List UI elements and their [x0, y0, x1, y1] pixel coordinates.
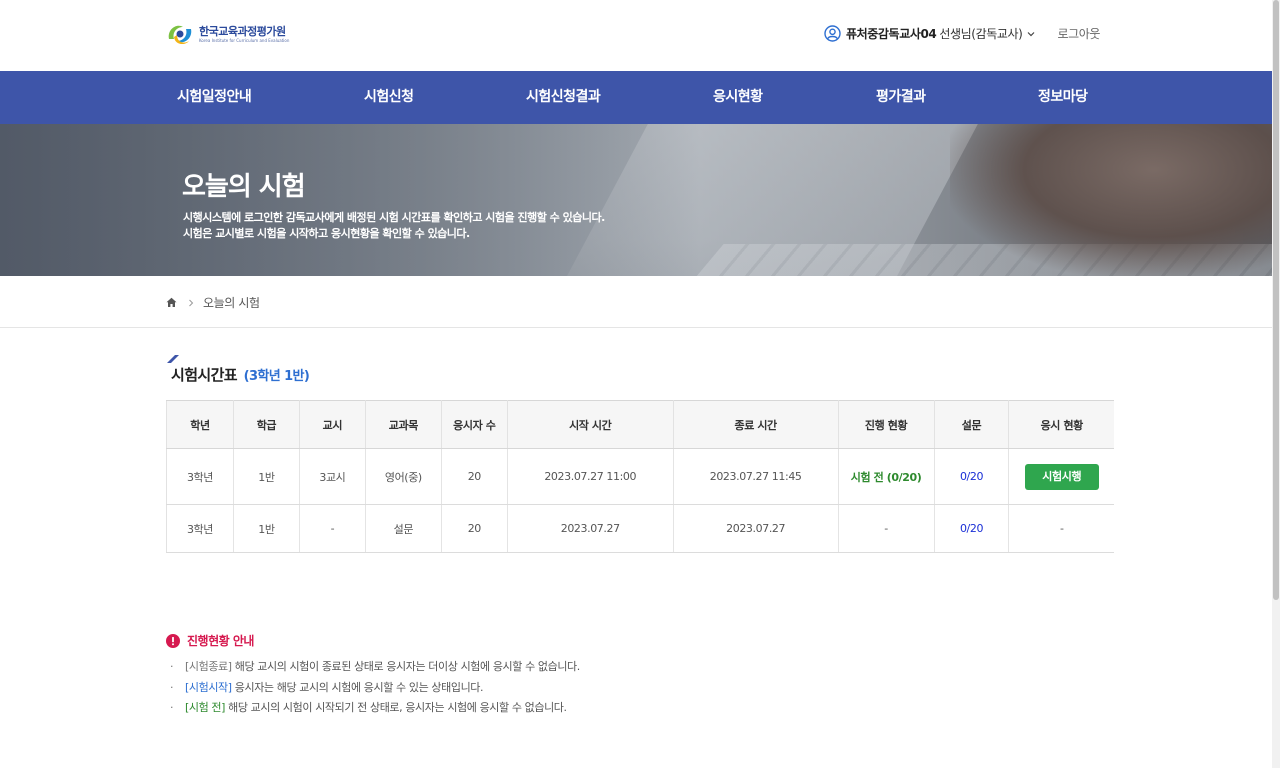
- logout-link[interactable]: 로그아웃: [1057, 25, 1100, 42]
- notice-keyword-started: [시험시작]: [185, 680, 232, 694]
- chevron-down-icon[interactable]: [1027, 30, 1035, 38]
- start-exam-button[interactable]: 시험시행: [1024, 463, 1099, 490]
- page-description: 시행시스템에 로그인한 감독교사에게 배정된 시험 시간표를 확인하고 시험을 …: [183, 210, 605, 242]
- logo-subtext: Korea Institute for Curriculum and Evalu…: [199, 37, 290, 43]
- notice-text: 응시자는 해당 교시의 시험에 응시할 수 있는 상태입니다.: [231, 680, 484, 694]
- cell-period: -: [299, 504, 366, 553]
- column-header-survey: 설문: [934, 400, 1010, 449]
- bullet: ·: [170, 660, 174, 673]
- column-header-start-time: 시작 시간: [507, 400, 674, 449]
- cell-exam-status: -: [1008, 504, 1114, 553]
- cell-examinees: 20: [441, 448, 508, 505]
- cell-examinees: 20: [441, 504, 508, 553]
- notice-heading: 진행현황 안내: [166, 632, 254, 649]
- main-nav: 시험일정안내 시험신청 시험신청결과 응시현황 평가결과 정보마당: [0, 71, 1272, 124]
- table-row: 3학년 1반 3교시 영어(중) 20 2023.07.27 11:00 202…: [166, 448, 1114, 505]
- user-role[interactable]: 선생님(감독교사): [939, 25, 1022, 42]
- user-circle-icon: [824, 25, 841, 42]
- hero-hand: [950, 124, 1272, 276]
- breadcrumb: 오늘의 시험: [166, 294, 260, 311]
- cell-subject: 설문: [365, 504, 442, 553]
- section-title: 시험시간표 (3학년 1반): [171, 364, 310, 385]
- notice-list: · [시험종료] 해당 교시의 시험이 종료된 상태로 응시자는 더이상 시험에…: [170, 659, 580, 721]
- breadcrumb-current: 오늘의 시험: [203, 296, 260, 310]
- notice-title: 진행현황 안내: [187, 634, 254, 648]
- hero-banner: 오늘의 시험 시행시스템에 로그인한 감독교사에게 배정된 시험 시간표를 확인…: [0, 124, 1272, 276]
- cell-end-time: 2023.07.27: [673, 504, 839, 553]
- nav-item-info[interactable]: 정보마당: [1038, 71, 1088, 124]
- page-description-line1: 시행시스템에 로그인한 감독교사에게 배정된 시험 시간표를 확인하고 시험을 …: [183, 211, 605, 224]
- notice-keyword-ended: [시험종료]: [185, 660, 232, 673]
- cell-survey: 0/20: [934, 448, 1010, 505]
- notice-item: · [시험시작] 응시자는 해당 교시의 시험에 응시할 수 있는 상태입니다.: [170, 680, 580, 701]
- cell-survey: 0/20: [934, 504, 1010, 553]
- survey-count-link[interactable]: 0/20: [960, 470, 984, 483]
- bullet: ·: [170, 701, 174, 714]
- status-badge: 시험 전 (0/20): [850, 470, 922, 484]
- column-header-class: 학급: [233, 400, 300, 449]
- user-menu: 퓨처중감독교사04 선생님(감독교사) 로그아웃: [824, 25, 1100, 42]
- scrollbar-thumb[interactable]: [1273, 0, 1279, 600]
- logo-mark-icon: [168, 25, 192, 45]
- exclamation-circle-icon: [166, 633, 180, 648]
- cell-grade: 3학년: [166, 448, 234, 505]
- home-icon[interactable]: [166, 297, 177, 308]
- notice-item: · [시험종료] 해당 교시의 시험이 종료된 상태로 응시자는 더이상 시험에…: [170, 659, 580, 680]
- column-header-grade: 학년: [166, 400, 234, 449]
- section-title-text: 시험시간표: [171, 366, 238, 384]
- survey-count-link[interactable]: 0/20: [960, 522, 984, 535]
- cell-class: 1반: [233, 504, 300, 553]
- column-header-progress: 진행 현황: [838, 400, 935, 449]
- site-header: 한국교육과정평가원 Korea Institute for Curriculum…: [0, 0, 1272, 71]
- nav-item-apply-result[interactable]: 시험신청결과: [526, 71, 601, 124]
- hero-overlay: [0, 124, 700, 276]
- cell-start-time: 2023.07.27: [507, 504, 674, 553]
- column-header-period: 교시: [299, 400, 366, 449]
- divider: [0, 327, 1272, 328]
- cell-period: 3교시: [299, 448, 366, 505]
- column-header-exam-status: 응시 현황: [1008, 400, 1114, 449]
- user-name[interactable]: 퓨처중감독교사04: [846, 25, 937, 42]
- cell-end-time: 2023.07.27 11:45: [673, 448, 839, 505]
- page-scrollbar[interactable]: [1272, 0, 1280, 768]
- site-logo[interactable]: 한국교육과정평가원 Korea Institute for Curriculum…: [165, 18, 289, 50]
- cell-class: 1반: [233, 448, 300, 505]
- chevron-right-icon: [189, 299, 194, 306]
- cell-start-time: 2023.07.27 11:00: [507, 448, 674, 505]
- table-row: 3학년 1반 - 설문 20 2023.07.27 2023.07.27 - 0…: [166, 504, 1114, 553]
- notice-item: · [시험 전] 해당 교시의 시험이 시작되기 전 상태로, 응시자는 시험에…: [170, 700, 580, 721]
- page-description-line2: 시험은 교시별로 시험을 시작하고 응시현황을 확인할 수 있습니다.: [183, 227, 470, 240]
- nav-item-evaluation-result[interactable]: 평가결과: [876, 71, 926, 124]
- page-title: 오늘의 시험: [182, 172, 306, 202]
- bullet: ·: [170, 680, 174, 694]
- cell-progress: 시험 전 (0/20): [838, 448, 935, 505]
- cell-exam-status: 시험시행: [1008, 448, 1114, 505]
- column-header-examinees: 응시자 수: [441, 400, 508, 449]
- exam-timetable: 학년 학급 교시 교과목 응시자 수 시작 시간 종료 시간 진행 현황 설문 …: [166, 400, 1114, 553]
- section-title-mark-icon: [167, 355, 179, 363]
- cell-subject: 영어(중): [365, 448, 442, 505]
- column-header-subject: 교과목: [365, 400, 442, 449]
- notice-text: 해당 교시의 시험이 종료된 상태로 응시자는 더이상 시험에 응시할 수 없습…: [231, 660, 581, 673]
- column-header-end-time: 종료 시간: [673, 400, 839, 449]
- cell-grade: 3학년: [166, 504, 234, 553]
- notice-text: 해당 교시의 시험이 시작되기 전 상태로, 응시자는 시험에 응시할 수 없습…: [225, 701, 567, 714]
- nav-item-exam-schedule[interactable]: 시험일정안내: [177, 71, 252, 124]
- section-class-label: (3학년 1반): [243, 369, 310, 384]
- logo-text: 한국교육과정평가원: [199, 24, 286, 38]
- notice-keyword-before: [시험 전]: [185, 701, 226, 714]
- nav-item-exam-apply[interactable]: 시험신청: [364, 71, 414, 124]
- nav-item-exam-status[interactable]: 응시현황: [713, 71, 763, 124]
- cell-progress: -: [838, 504, 935, 553]
- table-header-row: 학년 학급 교시 교과목 응시자 수 시작 시간 종료 시간 진행 현황 설문 …: [166, 400, 1114, 449]
